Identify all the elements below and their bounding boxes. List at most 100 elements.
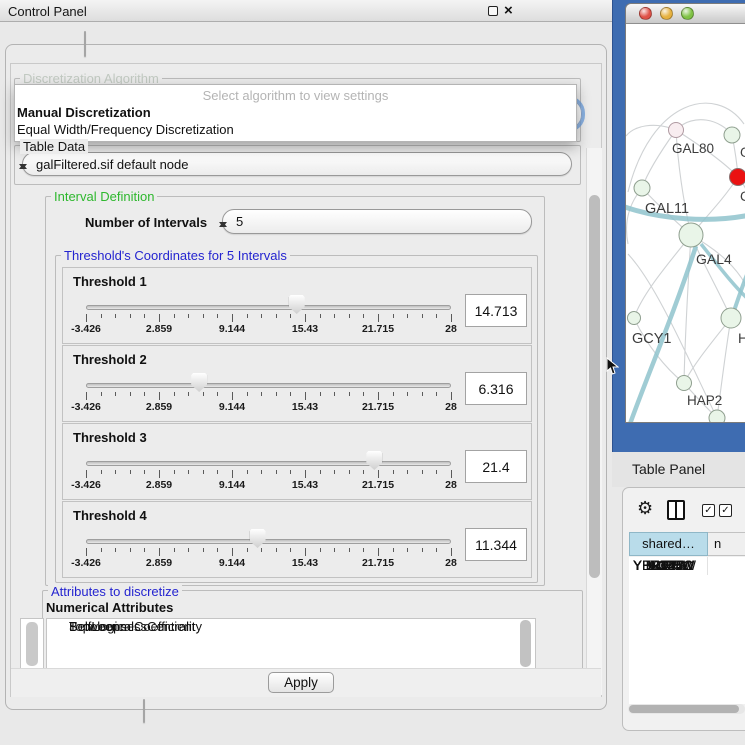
- column-header-name[interactable]: n: [708, 532, 745, 556]
- slider-handle[interactable]: [366, 451, 382, 470]
- tick-mark: [334, 548, 335, 552]
- tick-mark: [159, 470, 160, 478]
- window-traffic-lights: [626, 4, 745, 24]
- threshold-value-field[interactable]: 6.316: [465, 372, 527, 405]
- slider-ticks: [86, 470, 451, 479]
- attributes-list-scrollbar[interactable]: [520, 620, 531, 667]
- tick-mark: [290, 470, 291, 474]
- tick-mark: [232, 548, 233, 556]
- network-node[interactable]: [679, 223, 703, 247]
- network-node[interactable]: [709, 410, 725, 422]
- tick-mark: [144, 470, 145, 474]
- column-header-shared-name[interactable]: shared…: [629, 532, 708, 556]
- float-window-icon[interactable]: [488, 6, 498, 16]
- tick-mark: [393, 392, 394, 396]
- slider-handle[interactable]: [191, 373, 207, 392]
- tick-mark: [159, 548, 160, 556]
- network-node[interactable]: [677, 376, 692, 391]
- tick-label: 21.715: [362, 479, 394, 491]
- tick-mark: [320, 548, 321, 552]
- tick-mark: [217, 392, 218, 396]
- numerical-attributes-list[interactable]: SelfLoopsTopologicalCoefficientBetweenne…: [46, 618, 536, 670]
- network-node[interactable]: [730, 169, 745, 186]
- tick-mark: [101, 392, 102, 396]
- tick-mark: [334, 470, 335, 474]
- threshold-label: Threshold 1: [73, 274, 147, 289]
- tick-mark: [130, 314, 131, 318]
- tick-mark: [320, 470, 321, 474]
- tick-mark: [451, 392, 452, 400]
- slider-handle[interactable]: [289, 295, 305, 314]
- show-columns-icon[interactable]: [667, 500, 685, 520]
- threshold-value-field[interactable]: 14.713: [465, 294, 527, 327]
- threshold-panel: Threshold 3 -3.4262.8599.14415.4321.7152…: [62, 423, 532, 500]
- network-node[interactable]: [634, 180, 650, 196]
- tick-mark: [349, 392, 350, 396]
- tick-mark: [217, 314, 218, 318]
- close-light[interactable]: [639, 7, 652, 20]
- network-node[interactable]: [628, 312, 641, 325]
- panel-scrollbar-track[interactable]: [586, 148, 602, 695]
- tick-mark: [349, 314, 350, 318]
- algorithm-option-manual-discretization[interactable]: Manual Discretization: [17, 105, 151, 121]
- slider-track[interactable]: [86, 383, 451, 388]
- threshold-value-field[interactable]: 21.4: [465, 450, 527, 483]
- network-canvas[interactable]: GAL80GACGAL11GAL4GCY1HHAP2: [626, 24, 745, 422]
- table-hscrollbar-track[interactable]: [628, 704, 745, 714]
- slider-ticks: [86, 548, 451, 557]
- number-of-intervals-combobox[interactable]: 5: [222, 209, 532, 234]
- tick-mark: [261, 392, 262, 396]
- attributes-side-list[interactable]: [20, 618, 44, 670]
- tick-label: 9.144: [219, 323, 245, 335]
- tick-mark: [261, 470, 262, 474]
- network-node[interactable]: [721, 308, 741, 328]
- tick-mark: [334, 314, 335, 318]
- slider-track[interactable]: [86, 461, 451, 466]
- minimize-light[interactable]: [660, 7, 673, 20]
- table-panel-title: Table Panel: [632, 461, 705, 477]
- tick-mark: [188, 470, 189, 474]
- tick-mark: [378, 470, 379, 478]
- threshold-value-field[interactable]: 11.344: [465, 528, 527, 561]
- slider-handle[interactable]: [250, 529, 266, 548]
- table-data-combobox[interactable]: galFiltered.sif default node: [22, 152, 572, 176]
- tick-mark: [320, 314, 321, 318]
- tick-mark: [349, 470, 350, 474]
- network-node[interactable]: [724, 127, 740, 143]
- select-all-checkbox-icon[interactable]: ✓: [702, 504, 715, 517]
- node-label: GCY1: [632, 331, 672, 347]
- tick-mark: [203, 392, 204, 396]
- node-label: C: [740, 189, 745, 204]
- tick-mark: [276, 470, 277, 474]
- tick-mark: [451, 548, 452, 556]
- attribute-list-item[interactable]: BetweennessCentrality: [47, 619, 202, 635]
- table-hscrollbar-thumb[interactable]: [629, 705, 739, 713]
- bottom-tab-bar: Impute DataDiscretize DataInfer Network: [143, 699, 145, 723]
- node-label: GA: [740, 145, 745, 160]
- zoom-light[interactable]: [681, 7, 694, 20]
- algorithm-option-equal-width-frequency-discretization[interactable]: Equal Width/Frequency Discretization: [17, 122, 234, 138]
- apply-button[interactable]: Apply: [268, 672, 334, 693]
- close-icon[interactable]: ×: [504, 2, 513, 19]
- tick-mark: [86, 548, 87, 556]
- network-node[interactable]: [669, 123, 684, 138]
- tick-mark: [86, 470, 87, 478]
- tick-mark: [159, 392, 160, 400]
- slider-track[interactable]: [86, 305, 451, 310]
- threshold-label: Threshold 3: [73, 430, 147, 445]
- slider-ticks: [86, 392, 451, 401]
- tick-label: 21.715: [362, 401, 394, 413]
- tick-label: 9.144: [219, 479, 245, 491]
- tick-mark: [115, 548, 116, 552]
- panel-scrollbar-thumb[interactable]: [589, 195, 600, 578]
- table-settings-gear-icon[interactable]: ⚙: [637, 498, 653, 518]
- threshold-panel: Threshold 1 -3.4262.8599.14415.4321.7152…: [62, 267, 532, 344]
- mouse-cursor: [606, 357, 619, 376]
- slider-track[interactable]: [86, 539, 451, 544]
- tick-mark: [130, 470, 131, 474]
- tick-mark: [86, 392, 87, 400]
- deselect-all-checkbox-icon[interactable]: ✓: [719, 504, 732, 517]
- tick-label: 9.144: [219, 401, 245, 413]
- side-list-scrollbar[interactable]: [26, 622, 38, 666]
- threshold-panel: Threshold 2 -3.4262.8599.14415.4321.7152…: [62, 345, 532, 422]
